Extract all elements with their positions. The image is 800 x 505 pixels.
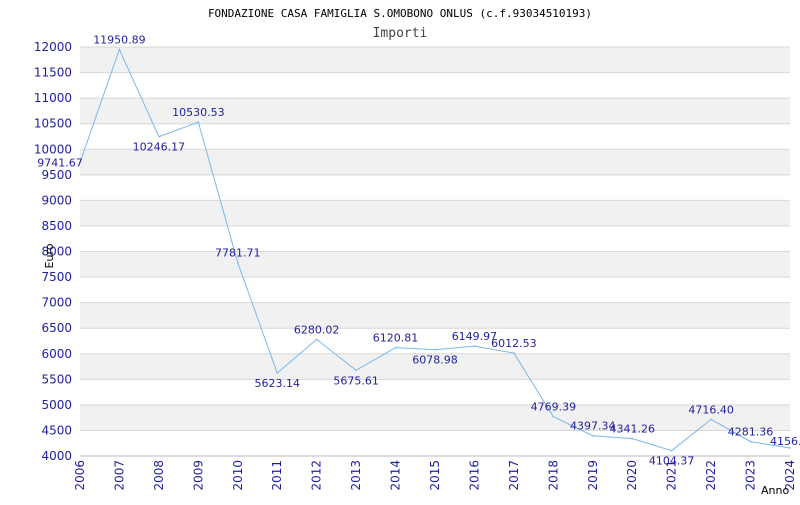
grid-band bbox=[80, 302, 790, 329]
y-tick-label: 10500 bbox=[34, 117, 72, 131]
y-axis-label: Euro bbox=[43, 243, 56, 268]
x-tick-label: 2012 bbox=[310, 460, 324, 491]
y-tick-label: 6500 bbox=[41, 321, 72, 335]
data-point bbox=[394, 346, 397, 349]
x-tick-label: 2008 bbox=[152, 460, 166, 491]
chart-title: FONDAZIONE CASA FAMIGLIA S.OMOBONO ONLUS… bbox=[208, 7, 592, 20]
x-tick-label: 2013 bbox=[349, 460, 363, 491]
data-label: 4104.37 bbox=[649, 455, 695, 468]
data-label: 4281.36 bbox=[728, 426, 774, 439]
grid-band bbox=[80, 200, 790, 226]
x-tick-label: 2015 bbox=[428, 460, 442, 491]
data-point bbox=[670, 449, 673, 452]
data-label: 6012.53 bbox=[491, 337, 537, 350]
grid-band bbox=[80, 251, 790, 278]
x-tick-label: 2016 bbox=[467, 460, 481, 491]
x-tick-label: 2017 bbox=[507, 460, 521, 491]
data-point bbox=[315, 338, 318, 341]
x-tick-label: 2006 bbox=[73, 460, 87, 491]
x-tick-label: 2007 bbox=[112, 460, 126, 491]
y-tick-label: 8500 bbox=[41, 219, 72, 233]
y-tick-label: 7000 bbox=[41, 296, 72, 310]
data-label: 4156.6 bbox=[770, 435, 800, 448]
data-point bbox=[434, 348, 436, 351]
data-point bbox=[749, 440, 752, 443]
grid-band bbox=[80, 404, 790, 431]
y-tick-label: 11000 bbox=[34, 91, 72, 105]
y-tick-label: 5000 bbox=[41, 398, 72, 412]
data-label: 4769.39 bbox=[531, 401, 577, 414]
data-point bbox=[197, 121, 200, 123]
chart-svg: 4000450050005500600065007000750080008500… bbox=[34, 7, 800, 497]
data-label: 6078.98 bbox=[412, 354, 458, 367]
data-point bbox=[631, 437, 634, 440]
data-label: 9741.67 bbox=[37, 156, 83, 169]
x-tick-label: 2011 bbox=[270, 460, 284, 491]
y-tick-label: 10000 bbox=[34, 142, 72, 156]
y-tick-label: 4000 bbox=[41, 449, 72, 463]
y-tick-label: 4500 bbox=[41, 423, 72, 437]
data-label: 5675.61 bbox=[333, 374, 379, 387]
grid-band bbox=[80, 47, 790, 73]
x-tick-label: 2010 bbox=[231, 460, 245, 491]
data-point bbox=[355, 369, 357, 372]
plot-bands bbox=[80, 47, 790, 431]
x-tick-label: 2019 bbox=[586, 460, 600, 491]
y-tick-label: 12000 bbox=[34, 40, 72, 54]
y-tick-label: 9000 bbox=[41, 193, 72, 207]
x-tick-label: 2009 bbox=[191, 460, 205, 491]
x-tick-label: 2022 bbox=[704, 460, 718, 491]
y-tick-label: 6000 bbox=[41, 347, 72, 361]
data-point bbox=[236, 261, 239, 264]
chart-subtitle: Importi bbox=[373, 26, 428, 41]
grid-band bbox=[80, 149, 790, 175]
data-point bbox=[552, 415, 555, 418]
data-point bbox=[473, 345, 476, 347]
line-chart: 4000 4500 5000 5500 6000 6500 7000 7500 8000 8500… bbox=[0, 0, 800, 500]
y-tick-label: 5500 bbox=[41, 372, 72, 386]
data-label: 7781.71 bbox=[215, 247, 261, 260]
data-point bbox=[276, 372, 279, 374]
y-tick-label: 7500 bbox=[41, 270, 72, 284]
data-point bbox=[513, 352, 515, 354]
data-label: 10246.17 bbox=[133, 141, 186, 154]
data-label: 6280.02 bbox=[294, 323, 340, 336]
y-tick-label: 9500 bbox=[41, 168, 72, 182]
x-tick-label: 2020 bbox=[625, 460, 639, 491]
data-point bbox=[118, 48, 121, 51]
data-label: 4716.40 bbox=[688, 403, 734, 416]
y-tick-label: 11500 bbox=[34, 66, 72, 80]
data-label: 11950.89 bbox=[93, 34, 146, 47]
x-tick-label: 2018 bbox=[546, 460, 560, 491]
x-axis-label: Anno bbox=[761, 484, 789, 497]
x-tick-label: 2014 bbox=[389, 460, 403, 491]
data-point bbox=[158, 135, 160, 138]
data-label: 5623.14 bbox=[254, 377, 300, 390]
data-point bbox=[591, 434, 594, 437]
data-point bbox=[710, 418, 712, 421]
data-label: 4341.26 bbox=[609, 423, 655, 436]
data-label: 10530.53 bbox=[172, 106, 225, 119]
data-label: 6120.81 bbox=[373, 332, 419, 345]
x-tick-label: 2023 bbox=[744, 460, 758, 491]
